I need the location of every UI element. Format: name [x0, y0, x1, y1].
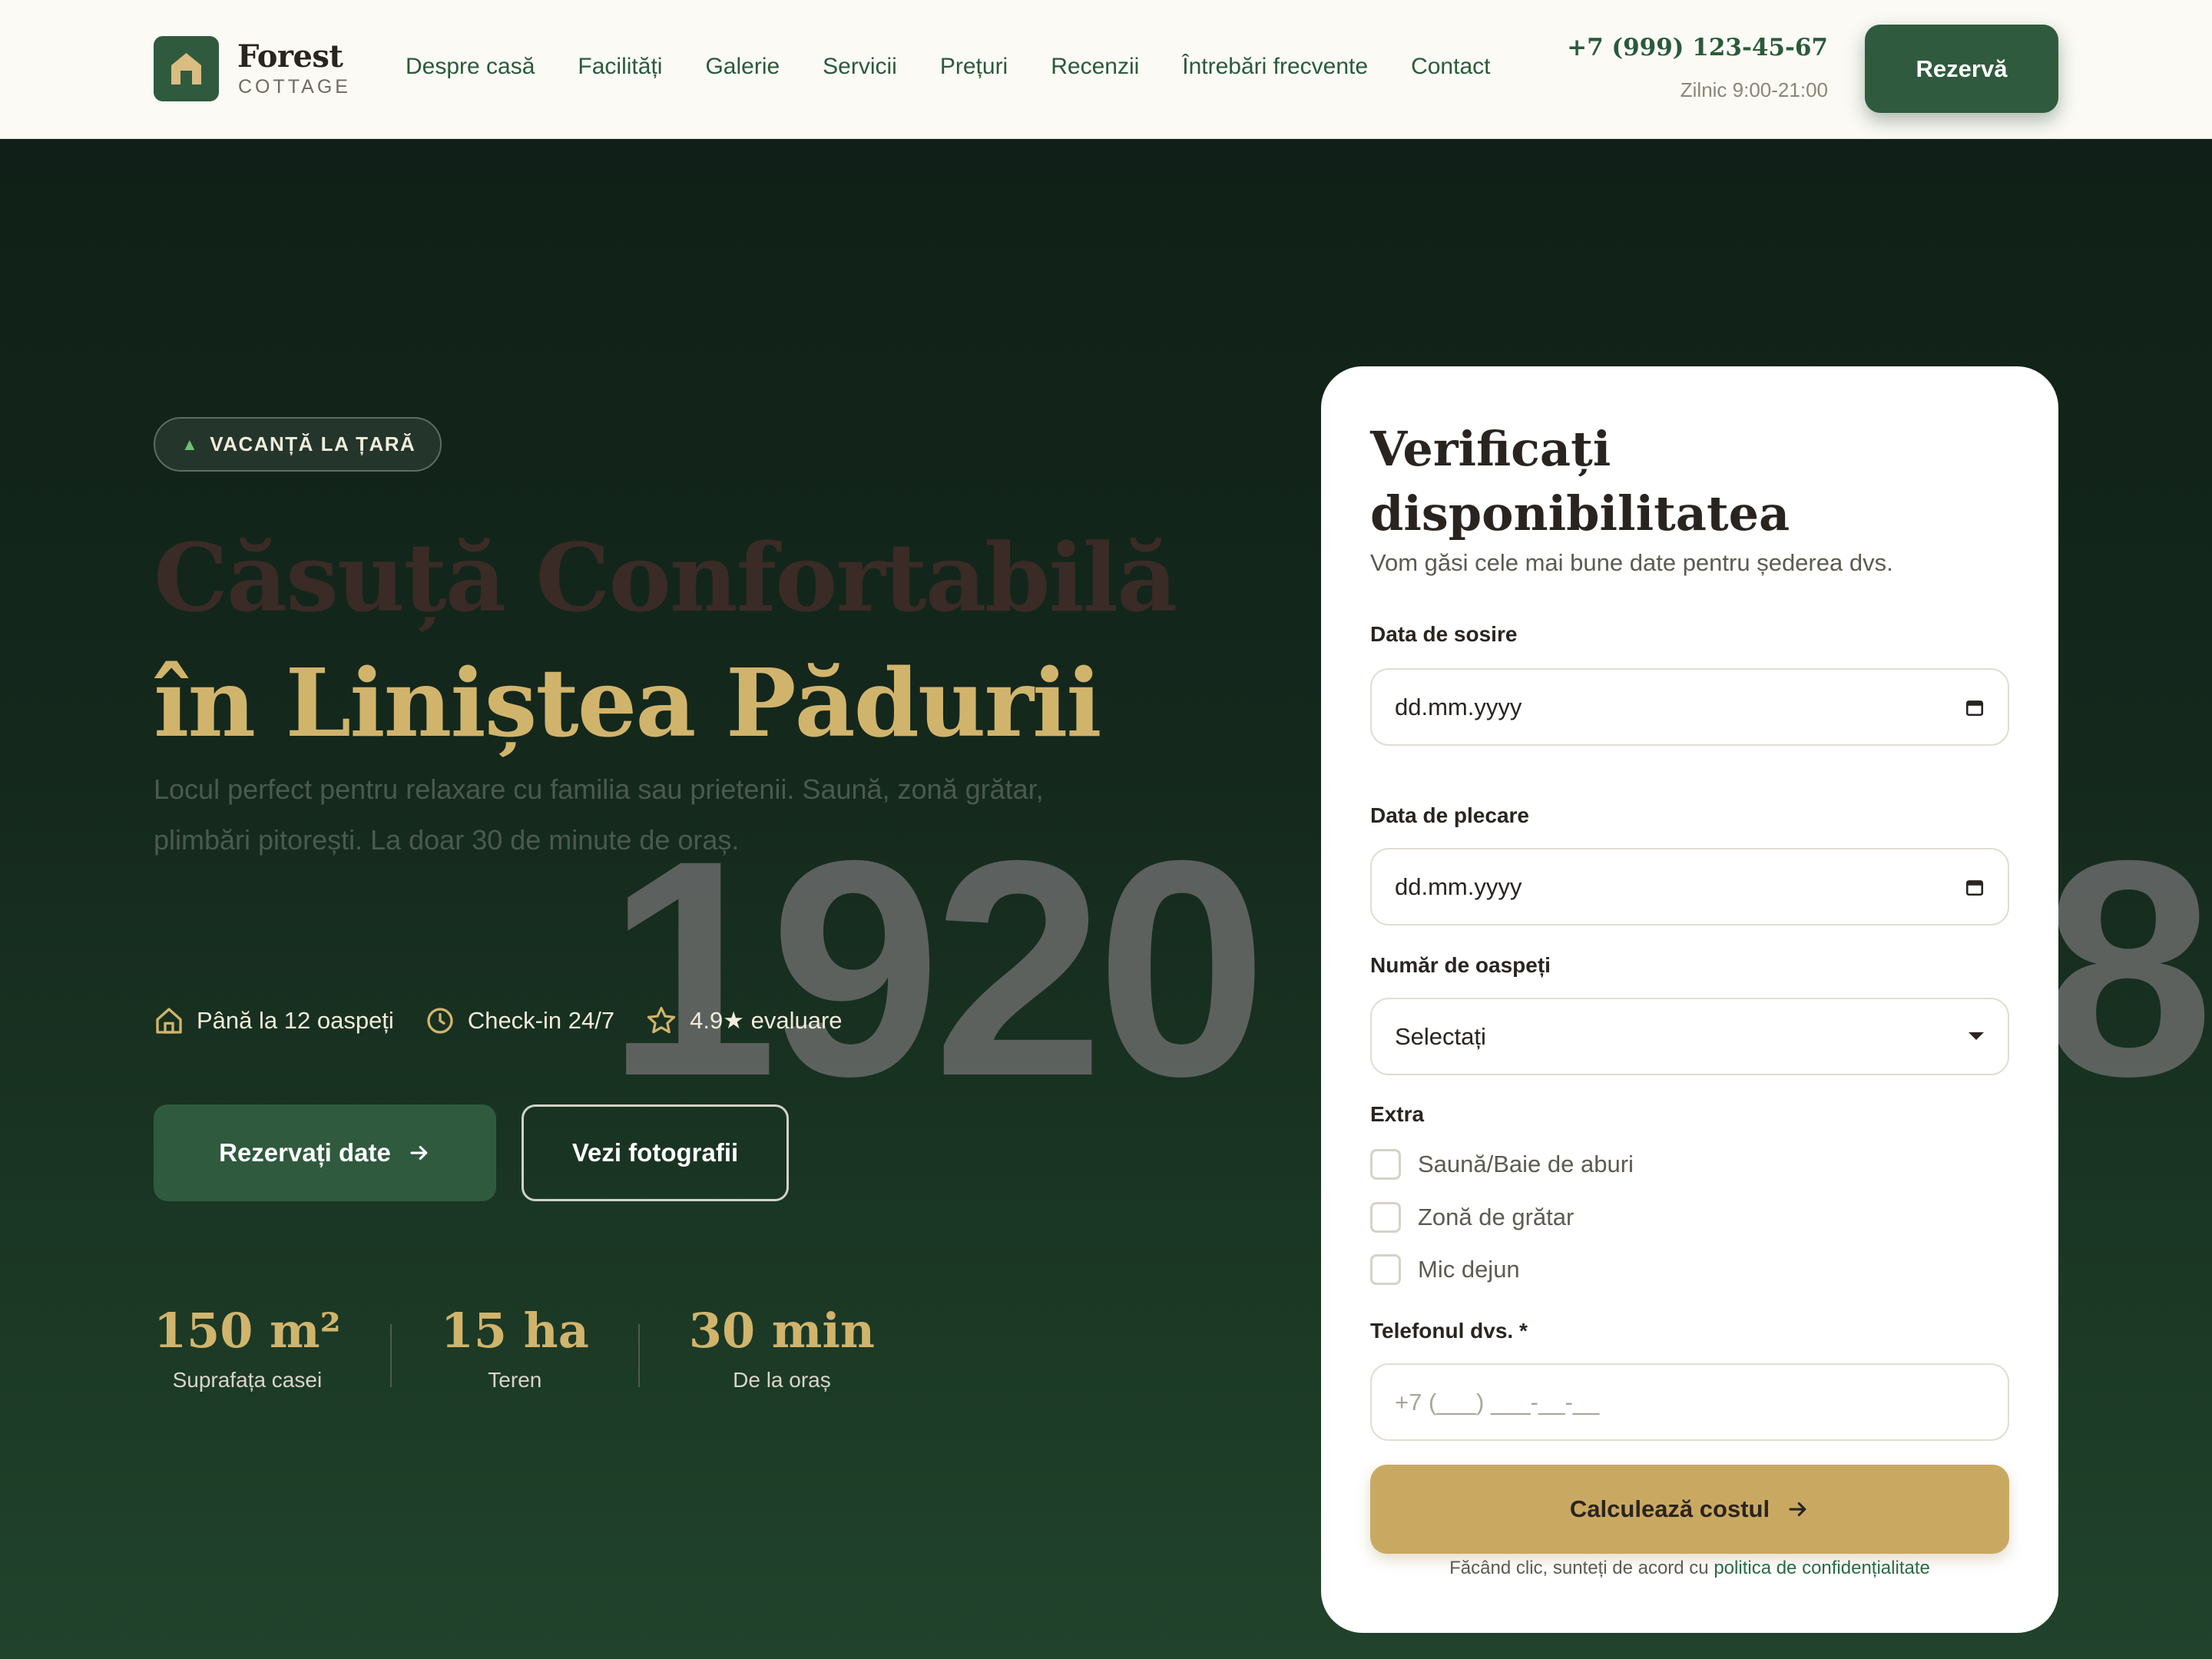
star-icon: [647, 1006, 676, 1034]
background-watermark-right: 80: [2043, 796, 2212, 1140]
extra-label: Extra: [1370, 1102, 1425, 1126]
stat-distance: 30 min De la oraș: [689, 1303, 875, 1392]
checkbox-label: Saună/Baie de aburi: [1418, 1151, 1634, 1177]
house-icon: [156, 1008, 182, 1034]
stat-label: Suprafața casei: [172, 1368, 323, 1392]
arrow-right-icon: [1789, 1502, 1806, 1517]
house-logo-icon: [171, 53, 201, 84]
nav-about[interactable]: Despre casă: [406, 54, 535, 80]
form-subtitle: Vom găsi cele mai bune date pentru ședer…: [1370, 549, 1893, 576]
calendar-icon[interactable]: [1965, 697, 1985, 717]
arrival-date-value: dd.mm.yyyy: [1395, 693, 1522, 720]
nav-faq[interactable]: Întrebări frecvente: [1182, 54, 1368, 80]
checkbox[interactable]: [1370, 1149, 1401, 1180]
brand-name: Forest: [237, 38, 343, 75]
stat-label: Teren: [488, 1368, 542, 1392]
phone-placeholder: +7 (___) ___-__-__: [1395, 1388, 1600, 1416]
nav-gallery[interactable]: Galerie: [705, 54, 780, 80]
stat-divider: [637, 1324, 640, 1387]
feature-checkin: Check-in 24/7: [425, 1005, 614, 1036]
logo[interactable]: [154, 36, 219, 101]
checkbox-label: Zonă de grătar: [1418, 1204, 1575, 1230]
hero-badge: ▲ VACANȚĂ LA ȚARĂ: [154, 417, 442, 472]
stat-label: De la oraș: [733, 1368, 831, 1392]
opening-hours: Zilnic 9:00-21:00: [1680, 78, 1828, 101]
stat-land: 15 ha Teren: [441, 1303, 589, 1392]
brand-sub: COTTAGE: [238, 76, 351, 98]
arrival-date-input[interactable]: dd.mm.yyyy: [1370, 668, 2009, 746]
book-button[interactable]: Rezervă: [1865, 25, 2058, 113]
stats-row: 150 m² Suprafața casei 15 ha Teren 30 mi…: [154, 1303, 875, 1392]
guests-label: Număr de oaspeți: [1370, 953, 1551, 977]
hero-title-line2: în Liniștea Pădurii: [154, 647, 1102, 758]
checkbox-label: Mic dejun: [1418, 1256, 1520, 1283]
feature-guests: Până la 12 oaspeți: [154, 1005, 394, 1036]
form-title: Verificați disponibilitatea: [1370, 421, 1790, 541]
nav-services[interactable]: Servicii: [823, 54, 897, 80]
feature-rating: 4.9★ evaluare: [645, 1005, 843, 1037]
feature-list: Până la 12 oaspeți Check-in 24/7 4.9★ ev…: [154, 1005, 873, 1037]
extra-breakfast-checkbox[interactable]: Mic dejun: [1370, 1254, 1520, 1285]
feature-text: 4.9★ evaluare: [690, 1007, 843, 1034]
feature-text: Până la 12 oaspeți: [197, 1007, 394, 1034]
hero-section: 1920 80 ▲ VACANȚĂ LA ȚARĂ Căsuță Confort…: [0, 139, 2212, 1659]
phone-label: Telefonul dvs. *: [1370, 1319, 1528, 1343]
arrow-right-icon: [410, 1145, 428, 1161]
view-photos-button[interactable]: Vezi fotografii: [522, 1104, 789, 1201]
guests-select[interactable]: Selectați: [1370, 998, 2009, 1075]
departure-date-value: dd.mm.yyyy: [1395, 873, 1522, 900]
extra-bbq-checkbox[interactable]: Zonă de grătar: [1370, 1202, 1574, 1233]
clock-icon: [427, 1008, 453, 1034]
stat-value: 30 min: [688, 1303, 875, 1359]
nav-reviews[interactable]: Recenzii: [1051, 54, 1139, 80]
departure-label: Data de plecare: [1370, 803, 1529, 827]
button-label: Rezervați date: [219, 1138, 391, 1167]
arrival-label: Data de sosire: [1370, 622, 1518, 646]
calendar-icon[interactable]: [1965, 877, 1985, 897]
checkbox[interactable]: [1370, 1202, 1401, 1233]
stat-value: 150 m²: [154, 1303, 341, 1359]
privacy-notice: Făcând clic, sunteți de acord cu politic…: [1321, 1558, 2058, 1579]
privacy-text: Făcând clic, sunteți de acord cu: [1449, 1558, 1709, 1578]
site-header: Forest COTTAGE Despre casă Facilități Ga…: [0, 0, 2212, 139]
stat-area: 150 m² Suprafața casei: [154, 1303, 341, 1392]
calculate-cost-button[interactable]: Calculează costul: [1370, 1465, 2009, 1554]
departure-date-input[interactable]: dd.mm.yyyy: [1370, 848, 2009, 926]
nav-facilities[interactable]: Facilități: [578, 54, 662, 80]
hero-lead: Locul perfect pentru relaxare cu familia…: [154, 773, 1044, 856]
nav-prices[interactable]: Prețuri: [940, 54, 1008, 80]
chevron-down-icon: [1969, 1031, 1984, 1040]
badge-text: VACANȚĂ LA ȚARĂ: [210, 432, 416, 455]
phone-input[interactable]: +7 (___) ___-__-__: [1370, 1363, 2009, 1441]
nav-contact[interactable]: Contact: [1411, 54, 1490, 80]
main-nav: Despre casă Facilități Galerie Servicii …: [406, 54, 1533, 80]
stat-value: 15 ha: [440, 1303, 589, 1359]
privacy-policy-link[interactable]: politica de confidențialitate: [1714, 1558, 1930, 1578]
phone-link[interactable]: +7 (999) 123-45-67: [1567, 34, 1828, 61]
tree-icon: ▲: [181, 434, 200, 454]
checkbox[interactable]: [1370, 1254, 1401, 1285]
stat-divider: [389, 1324, 392, 1387]
button-label: Calculează costul: [1569, 1495, 1770, 1522]
feature-text: Check-in 24/7: [467, 1007, 615, 1034]
availability-form: Verificați disponibilitatea Vom găsi cel…: [1321, 366, 2058, 1633]
book-dates-button[interactable]: Rezervați date: [154, 1104, 496, 1201]
extra-sauna-checkbox[interactable]: Saună/Baie de aburi: [1370, 1149, 1634, 1180]
guests-selected-value: Selectați: [1395, 1022, 1486, 1050]
hero-title-line1: Căsuță Confortabilă: [154, 522, 1177, 633]
